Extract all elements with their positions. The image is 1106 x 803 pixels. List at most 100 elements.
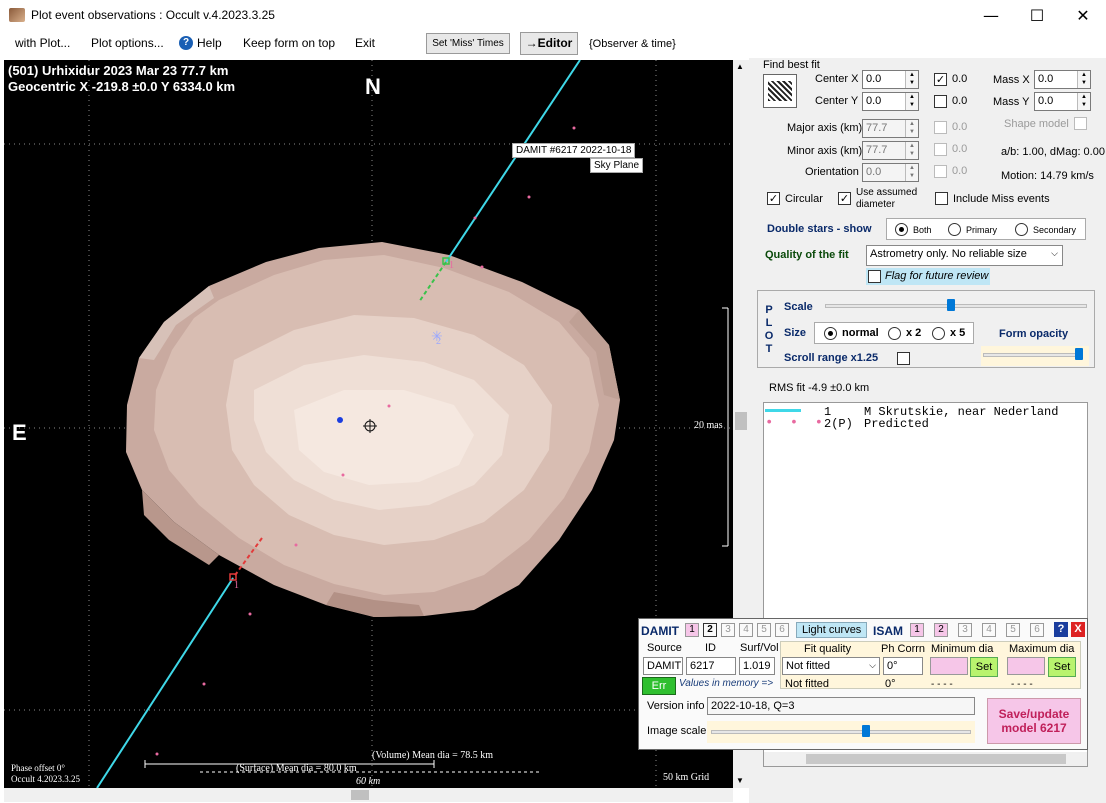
close-panel-button[interactable]: X: [1071, 622, 1085, 637]
scale-slider[interactable]: [825, 298, 1087, 316]
version-info-label: Version info: [647, 700, 705, 712]
mass-y-input[interactable]: 0.0 ▲ ▼: [1034, 92, 1091, 111]
damit-num-1[interactable]: 1: [685, 623, 699, 637]
fit-quality-header: Fit quality: [804, 643, 852, 655]
max-dia-field[interactable]: [1007, 657, 1045, 675]
save-update-button[interactable]: Save/update model 6217: [987, 698, 1081, 744]
major-axis-spinner[interactable]: ▲ ▼: [905, 120, 918, 137]
source-field[interactable]: DAMIT: [643, 657, 683, 675]
minor-axis-check[interactable]: [934, 143, 947, 156]
size-normal-radio[interactable]: [824, 327, 837, 340]
isam-num-2[interactable]: 2: [934, 623, 948, 637]
flag-review-check[interactable]: [868, 270, 881, 283]
center-x-label: Center X: [815, 73, 859, 85]
plot-horizontal-scrollbar[interactable]: [4, 788, 733, 802]
isam-num-6[interactable]: 6: [1030, 623, 1044, 637]
min-dia-field[interactable]: [930, 657, 968, 675]
close-button[interactable]: ✕: [1060, 0, 1106, 31]
center-y-check[interactable]: [934, 95, 947, 108]
isam-num-4[interactable]: 4: [982, 623, 996, 637]
damit-num-3[interactable]: 3: [721, 623, 735, 637]
size-x5-radio[interactable]: [932, 327, 945, 340]
scroll-range-label: Scroll range x1.25: [784, 352, 879, 364]
ds-primary-label: Primary: [966, 225, 997, 235]
maximize-button[interactable]: ☐: [1014, 0, 1060, 31]
err-button[interactable]: Err: [642, 677, 676, 695]
observer-time-link[interactable]: {Observer & time}: [589, 38, 676, 50]
mass-x-label: Mass X: [993, 74, 1030, 86]
minor-axis-spinner[interactable]: ▲ ▼: [905, 142, 918, 159]
mass-y-spinner[interactable]: ▲ ▼: [1077, 93, 1090, 110]
damit-num-4[interactable]: 4: [739, 623, 753, 637]
opacity-thumb[interactable]: [1075, 348, 1083, 360]
ds-secondary-radio[interactable]: [1015, 223, 1028, 236]
fit-quality-value: Not fitted: [786, 660, 831, 672]
scroll-range-check[interactable]: [897, 352, 910, 365]
shape-model-check[interactable]: [1074, 117, 1087, 130]
form-opacity-label: Form opacity: [999, 328, 1069, 340]
center-x-check-label: 0.0: [952, 73, 968, 85]
major-axis-input[interactable]: 77.7 ▲ ▼: [862, 119, 919, 138]
plot-vertical-label: P L O T: [764, 304, 774, 356]
major-axis-check[interactable]: [934, 121, 947, 134]
id-field[interactable]: 6217: [686, 657, 736, 675]
min-dia-set-button[interactable]: Set: [970, 657, 998, 677]
damit-num-2[interactable]: 2: [703, 623, 717, 637]
mass-x-input[interactable]: 0.0 ▲ ▼: [1034, 70, 1091, 89]
center-y-spinner[interactable]: ▲ ▼: [905, 93, 918, 110]
opacity-slider[interactable]: [981, 346, 1089, 366]
orientation-check[interactable]: [934, 165, 947, 178]
minimize-button[interactable]: —: [968, 0, 1014, 31]
menu-keep-on-top[interactable]: Keep form on top: [243, 36, 335, 50]
damit-num-6[interactable]: 6: [775, 623, 789, 637]
scroll-thumb[interactable]: [735, 412, 747, 430]
scroll-down-arrow[interactable]: ▼: [736, 776, 744, 785]
center-x-check[interactable]: ✓: [934, 73, 947, 86]
menu-plot-options[interactable]: Plot options...: [91, 36, 164, 50]
image-scale-label: Image scale: [647, 725, 707, 737]
menu-help[interactable]: Help: [197, 36, 222, 50]
use-assumed-check[interactable]: ✓: [838, 192, 851, 205]
center-x-input[interactable]: 0.0 ▲ ▼: [862, 70, 919, 89]
ds-both-radio[interactable]: [895, 223, 908, 236]
center-x-spinner[interactable]: ▲ ▼: [905, 71, 918, 88]
editor-button[interactable]: →Editor: [520, 32, 578, 55]
image-scale-thumb[interactable]: [862, 725, 870, 737]
center-y-input[interactable]: 0.0 ▲ ▼: [862, 92, 919, 111]
image-scale-slider[interactable]: [707, 721, 975, 743]
hscroll-thumb[interactable]: [351, 790, 369, 800]
scroll-up-arrow[interactable]: ▲: [736, 62, 744, 71]
orientation-input[interactable]: 0.0 ▲ ▼: [862, 163, 919, 182]
size-x2-radio[interactable]: [888, 327, 901, 340]
phcorr-field[interactable]: 0°: [883, 657, 923, 675]
ds-primary-radio[interactable]: [948, 223, 961, 236]
scale-thumb[interactable]: [947, 299, 955, 311]
version-info-field[interactable]: 2022-10-18, Q=3: [707, 697, 975, 715]
fit-quality-dropdown[interactable]: Not fitted ⌵: [782, 657, 880, 675]
isam-num-1[interactable]: 1: [910, 623, 924, 637]
menu-exit[interactable]: Exit: [355, 36, 375, 50]
quality-dropdown[interactable]: Astrometry only. No reliable size ⌵: [866, 245, 1063, 266]
mass-x-spinner[interactable]: ▲ ▼: [1077, 71, 1090, 88]
set-miss-times-button[interactable]: Set 'Miss' Times: [426, 33, 510, 54]
circular-check[interactable]: ✓: [767, 192, 780, 205]
isam-num-3[interactable]: 3: [958, 623, 972, 637]
minor-check-label: 0.0: [952, 143, 968, 155]
legend-hscroll-thumb[interactable]: [806, 754, 1066, 764]
max-dia-set-button[interactable]: Set: [1048, 657, 1076, 677]
menu-with-plot[interactable]: with Plot...: [15, 36, 70, 50]
minor-axis-input[interactable]: 77.7 ▲ ▼: [862, 141, 919, 160]
orientation-spinner[interactable]: ▲ ▼: [905, 164, 918, 181]
help-button[interactable]: ?: [1054, 622, 1068, 637]
isam-num-5[interactable]: 5: [1006, 623, 1020, 637]
find-best-fit-button[interactable]: [763, 74, 797, 108]
plot-area[interactable]: ✳ (501) Urhixidur 2023 Mar 23 77.7 km Ge…: [4, 60, 733, 788]
center-x-value: 0.0: [866, 73, 882, 85]
surfvol-field[interactable]: 1.019: [739, 657, 775, 675]
double-stars-label: Double stars - show: [767, 223, 872, 235]
motion-label: Motion: 14.79 km/s: [1001, 170, 1094, 182]
damit-num-5[interactable]: 5: [757, 623, 771, 637]
legend-hscroll[interactable]: [764, 752, 1087, 766]
include-miss-check[interactable]: [935, 192, 948, 205]
light-curves-button[interactable]: Light curves: [796, 622, 868, 638]
